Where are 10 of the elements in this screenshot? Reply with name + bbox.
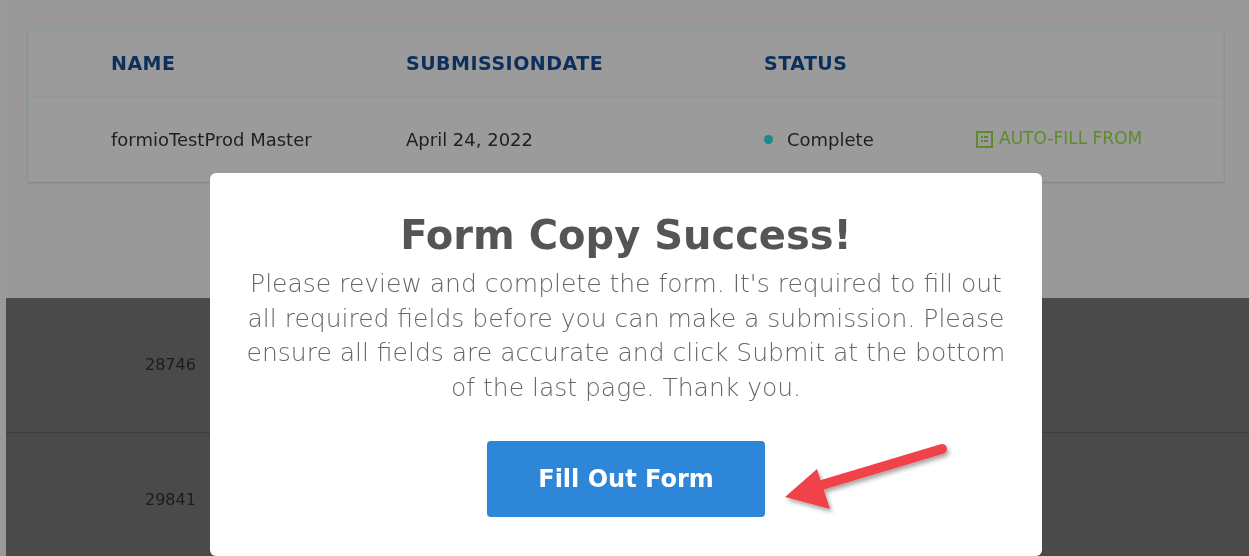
fill-out-form-button[interactable]: Fill Out Form: [487, 441, 765, 517]
form-icon: [976, 130, 993, 148]
table-cell: formioTestProd Master: [111, 128, 312, 150]
column-header: SUBMISSIONDATE: [406, 52, 604, 75]
modal-message: Please review and complete the form. It's required to fill out all required fields before you can make a submission. Please ensure all fields are accurate and click Submit at the bottom of the last page. Thank you.: [245, 268, 1007, 404]
modal-title: Form Copy Success!: [400, 211, 852, 259]
table-cell: April 24, 2022: [406, 128, 534, 150]
table-cell-text: Complete: [787, 127, 874, 152]
column-header: NAME: [111, 52, 176, 75]
column-header: STATUS: [764, 52, 848, 75]
